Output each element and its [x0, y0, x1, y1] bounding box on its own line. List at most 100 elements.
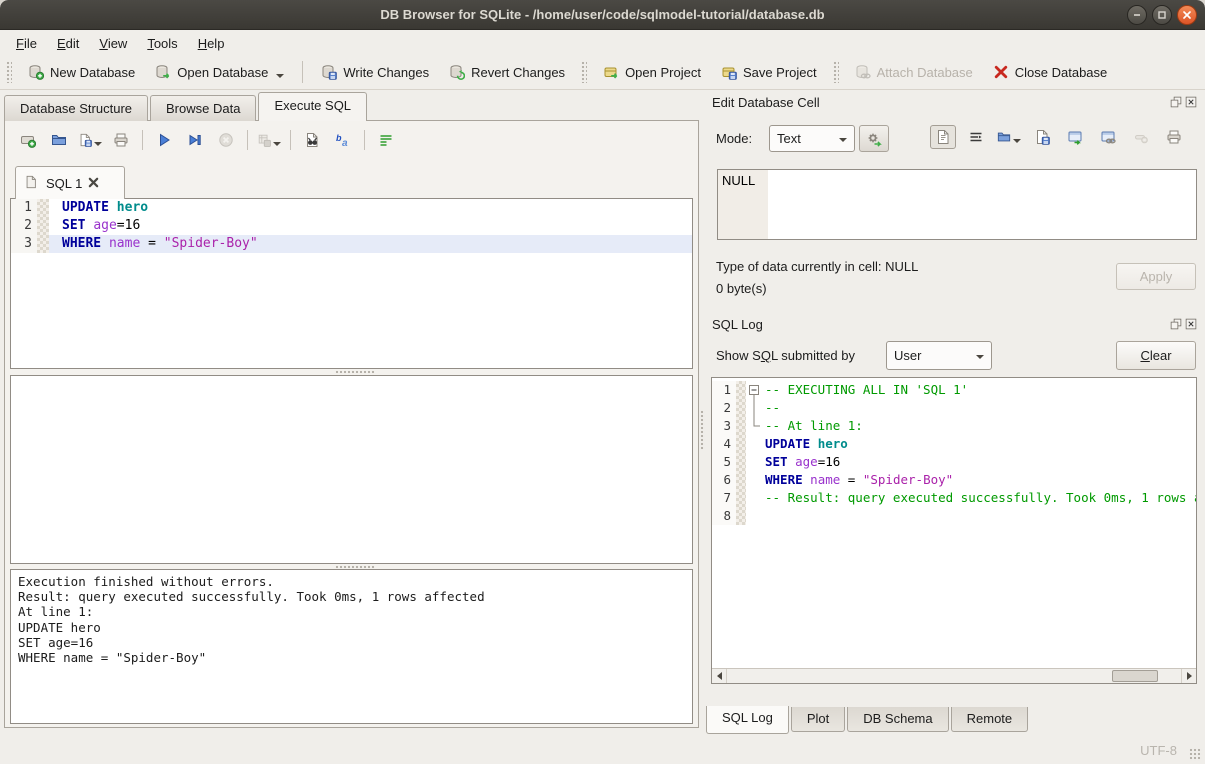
close-database-button[interactable]: Close Database — [987, 60, 1114, 84]
code-line: 6WHERE name = "Spider-Boy" — [712, 471, 1196, 489]
scroll-left-icon[interactable] — [712, 669, 727, 683]
new-query-tab-icon[interactable] — [15, 128, 41, 152]
code-line: 2-- — [712, 399, 1196, 417]
line-number: 3 — [11, 235, 37, 253]
fold-marker-icon — [746, 417, 762, 435]
print-icon[interactable] — [108, 128, 134, 152]
mode-label: Mode: — [716, 131, 752, 146]
menu-edit[interactable]: Edit — [47, 33, 89, 54]
save-project-button[interactable]: Save Project — [715, 60, 823, 84]
code-line: 3-- At line 1: — [712, 417, 1196, 435]
code-text: -- EXECUTING ALL IN 'SQL 1' — [762, 381, 1196, 399]
replace-text-icon[interactable]: ba — [330, 128, 356, 152]
dropdown-arrow-icon — [1013, 139, 1021, 143]
close-dock-icon[interactable] — [1185, 96, 1197, 108]
open-project-button[interactable]: Open Project — [597, 60, 707, 84]
close-window-button[interactable] — [1177, 5, 1197, 25]
edit-cell-title: Edit Database Cell — [712, 95, 820, 110]
app-window: DB Browser for SQLite - /home/user/code/… — [0, 0, 1205, 764]
cell-content-editor[interactable]: NULL — [717, 169, 1197, 240]
editor-margin — [37, 235, 49, 253]
code-line: 5SET age=16 — [712, 453, 1196, 471]
revert-changes-button[interactable]: Revert Changes — [443, 60, 571, 84]
mode-select[interactable]: Text — [769, 125, 855, 152]
dock-tab-sql-log[interactable]: SQL Log — [706, 706, 789, 734]
clear-log-button[interactable]: Clear — [1116, 341, 1196, 370]
menu-tools[interactable]: Tools — [137, 33, 187, 54]
toolbar-separator — [247, 130, 248, 150]
main-tab-bar: Database StructureBrowse DataExecute SQL — [4, 92, 369, 121]
save-file-icon[interactable] — [1029, 125, 1055, 149]
sql-log-filter-select[interactable]: User — [886, 341, 992, 370]
execute-current-line-icon[interactable] — [182, 128, 208, 152]
editor-margin — [736, 399, 746, 417]
fold-marker-icon[interactable] — [746, 381, 762, 399]
link-icon[interactable] — [1095, 125, 1121, 149]
open-external-icon[interactable] — [1062, 125, 1088, 149]
minimize-button[interactable] — [1127, 5, 1147, 25]
titlebar[interactable]: DB Browser for SQLite - /home/user/code/… — [0, 0, 1205, 30]
scrollbar-thumb[interactable] — [1112, 670, 1158, 682]
editor-margin — [37, 199, 49, 217]
sql-editor[interactable]: 1UPDATE hero2SET age=163WHERE name = "Sp… — [10, 198, 693, 369]
toolbar-separator — [364, 130, 365, 150]
code-text — [762, 507, 1196, 525]
code-text: -- At line 1: — [762, 417, 1196, 435]
code-line: 4UPDATE hero — [712, 435, 1196, 453]
attach-database-button: Attach Database — [849, 60, 979, 84]
open-file-icon[interactable] — [996, 125, 1022, 149]
code-text: UPDATE hero — [762, 435, 1196, 453]
menu-file[interactable]: File — [6, 33, 47, 54]
resize-grip[interactable] — [1189, 748, 1202, 761]
open-sql-file-icon[interactable] — [46, 128, 72, 152]
menubar: FileEditViewToolsHelp — [0, 31, 1205, 55]
open-database-button[interactable]: Open Database — [149, 60, 290, 84]
dock-tab-bar: SQL LogPlotDB SchemaRemote — [706, 706, 1030, 734]
execute-sql-panel: ba SQL 1 1UPDATE hero2SET age=163WHERE n… — [4, 120, 699, 728]
gear-icon — [866, 131, 882, 147]
save-project-icon — [721, 64, 737, 80]
tab-database-structure[interactable]: Database Structure — [4, 95, 148, 121]
line-number: 1 — [11, 199, 37, 217]
float-dock-icon[interactable] — [1170, 318, 1182, 330]
fold-margin — [746, 471, 762, 489]
code-text: SET age=16 — [762, 453, 1196, 471]
execute-all-icon[interactable] — [151, 128, 177, 152]
find-text-icon[interactable] — [299, 128, 325, 152]
code-line: 1UPDATE hero — [11, 199, 692, 217]
auto-switch-mode-button[interactable] — [859, 125, 889, 152]
maximize-button[interactable] — [1152, 5, 1172, 25]
toolbar-separator — [290, 130, 291, 150]
cell-size-info: 0 byte(s) — [716, 281, 767, 296]
chevron-down-icon — [839, 138, 847, 142]
dock-tab-remote[interactable]: Remote — [951, 707, 1029, 732]
sql-log-view[interactable]: 1-- EXECUTING ALL IN 'SQL 1'2--3-- At li… — [711, 377, 1197, 684]
menu-help[interactable]: Help — [188, 33, 235, 54]
panel-splitter[interactable] — [700, 410, 705, 450]
menu-view[interactable]: View — [89, 33, 137, 54]
tab-execute-sql[interactable]: Execute SQL — [258, 92, 367, 121]
print-icon[interactable] — [1161, 125, 1187, 149]
write-changes-button[interactable]: Write Changes — [315, 60, 435, 84]
word-wrap-icon[interactable] — [373, 128, 399, 152]
save-sql-file-icon[interactable] — [77, 128, 103, 152]
cell-word-wrap-icon[interactable] — [963, 125, 989, 149]
open-database-icon — [155, 64, 171, 80]
new-database-button[interactable]: New Database — [22, 60, 141, 84]
dropdown-arrow-icon[interactable] — [276, 74, 284, 78]
editor-margin — [736, 435, 746, 453]
scroll-right-icon[interactable] — [1181, 669, 1196, 683]
dock-tab-plot[interactable]: Plot — [791, 707, 845, 732]
window-title: DB Browser for SQLite - /home/user/code/… — [0, 0, 1205, 30]
code-line: 8 — [712, 507, 1196, 525]
tab-browse-data[interactable]: Browse Data — [150, 95, 256, 121]
dock-tab-db-schema[interactable]: DB Schema — [847, 707, 948, 732]
horizontal-scrollbar[interactable] — [712, 668, 1196, 683]
message-pane: Execution finished without errors. Resul… — [10, 569, 693, 724]
close-tab-icon[interactable] — [88, 176, 99, 191]
float-dock-icon[interactable] — [1170, 96, 1182, 108]
sql-query-tab[interactable]: SQL 1 — [15, 166, 125, 199]
text-document-icon[interactable] — [930, 125, 956, 149]
code-line: 2SET age=16 — [11, 217, 692, 235]
close-dock-icon[interactable] — [1185, 318, 1197, 330]
